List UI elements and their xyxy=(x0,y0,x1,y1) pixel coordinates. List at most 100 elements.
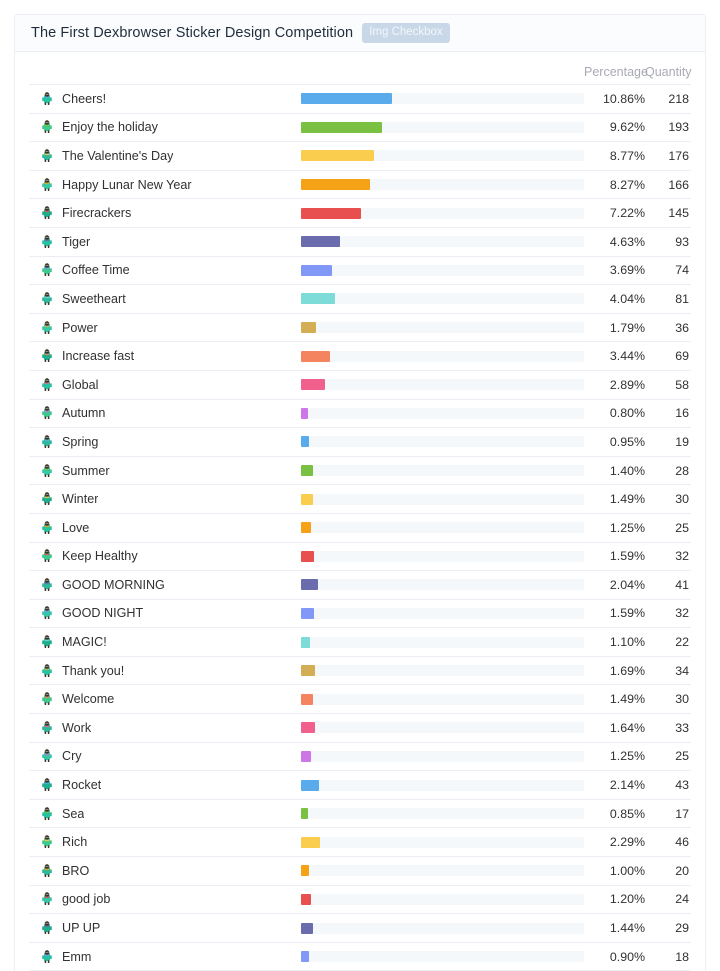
sticker-name: Rich xyxy=(62,835,88,850)
table-row[interactable]: Winter 1.49% 30 xyxy=(29,485,691,514)
quantity-value: 29 xyxy=(675,921,689,936)
row-name-cell: Rich xyxy=(29,834,301,850)
row-name-cell: Spring xyxy=(29,434,301,450)
table-row[interactable]: Keep Healthy 1.59% 32 xyxy=(29,543,691,572)
quantity-value: 24 xyxy=(675,892,689,907)
row-name-cell: Welcome xyxy=(29,691,301,707)
row-name-cell: UP UP xyxy=(29,920,301,936)
progress-fill xyxy=(301,750,312,762)
table-row[interactable]: Thank you! 1.69% 34 xyxy=(29,657,691,686)
progress-fill xyxy=(301,179,371,191)
row-name-cell: good job xyxy=(29,891,301,907)
quantity-value: 25 xyxy=(675,520,689,535)
row-name-cell: Sea xyxy=(29,806,301,822)
table-row[interactable]: Welcome 1.49% 30 xyxy=(29,685,691,715)
sticker-spring-icon xyxy=(39,434,55,450)
row-bar-cell xyxy=(301,350,584,362)
sticker-autumn-icon xyxy=(39,405,55,421)
progress-fill xyxy=(301,922,314,934)
sticker-name: Spring xyxy=(62,434,99,449)
quantity-value: 74 xyxy=(675,263,689,278)
percentage-value: 1.25% xyxy=(609,749,645,764)
table-row[interactable]: Sweetheart 4.04% 81 xyxy=(29,285,691,314)
row-name-cell: Enjoy the holiday xyxy=(29,119,301,135)
table-row[interactable]: Global 2.89% 58 xyxy=(29,371,691,400)
table-row[interactable]: Love 1.25% 25 xyxy=(29,514,691,543)
row-bar-cell xyxy=(301,722,584,734)
table-row[interactable]: Spring 0.95% 19 xyxy=(29,428,691,457)
progress-fill xyxy=(301,722,315,734)
sticker-magic-icon xyxy=(39,634,55,650)
progress-track xyxy=(301,379,584,391)
table-row[interactable]: Rich 2.29% 46 xyxy=(29,828,691,858)
table-row[interactable]: MAGIC! 1.10% 22 xyxy=(29,628,691,657)
percentage-value: 8.27% xyxy=(609,177,645,192)
progress-fill xyxy=(301,121,382,133)
table-row[interactable]: good job 1.20% 24 xyxy=(29,886,691,915)
row-name-cell: Happy Lunar New Year xyxy=(29,177,301,193)
table-row[interactable]: GOOD NIGHT 1.59% 32 xyxy=(29,600,691,629)
table-row[interactable]: Summer 1.40% 28 xyxy=(29,457,691,486)
table-row[interactable]: Increase fast 3.44% 69 xyxy=(29,342,691,371)
table-row[interactable]: Enjoy the holiday 9.62% 193 xyxy=(29,114,691,143)
table-row[interactable]: Emm 0.90% 18 xyxy=(29,943,691,971)
table-row[interactable]: Firecrackers 7.22% 145 xyxy=(29,199,691,228)
table-row[interactable]: Tiger 4.63% 93 xyxy=(29,228,691,257)
percentage-value: 2.29% xyxy=(609,835,645,850)
sticker-name: Happy Lunar New Year xyxy=(62,177,192,192)
sticker-welcome-icon xyxy=(39,691,55,707)
img-checkbox-badge[interactable]: Img Checkbox xyxy=(362,22,450,44)
sticker-cheers-icon xyxy=(39,91,55,107)
sticker-power-icon xyxy=(39,320,55,336)
row-name-cell: Work xyxy=(29,720,301,736)
table-row[interactable]: Happy Lunar New Year 8.27% 166 xyxy=(29,171,691,200)
page-root: The First Dexbrowser Sticker Design Comp… xyxy=(0,0,720,971)
table-row[interactable]: Rocket 2.14% 43 xyxy=(29,771,691,800)
progress-fill xyxy=(301,465,313,477)
row-bar-cell xyxy=(301,636,584,648)
table-row[interactable]: GOOD MORNING 2.04% 41 xyxy=(29,571,691,600)
sticker-name: UP UP xyxy=(62,921,101,936)
quantity-value: 218 xyxy=(668,91,689,106)
table-row[interactable]: Coffee Time 3.69% 74 xyxy=(29,257,691,286)
percentage-value: 0.95% xyxy=(609,434,645,449)
percentage-value: 1.49% xyxy=(609,492,645,507)
quantity-value: 17 xyxy=(675,806,689,821)
table-row[interactable]: Cry 1.25% 25 xyxy=(29,743,691,772)
sticker-name: Emm xyxy=(62,949,92,964)
quantity-value: 69 xyxy=(675,349,689,364)
percentage-value: 2.14% xyxy=(609,778,645,793)
sticker-name: Global xyxy=(62,377,99,392)
row-bar-cell xyxy=(301,493,584,505)
quantity-value: 30 xyxy=(675,492,689,507)
sticker-name: Winter xyxy=(62,492,99,507)
table-row[interactable]: UP UP 1.44% 29 xyxy=(29,914,691,943)
table-row[interactable]: Autumn 0.80% 16 xyxy=(29,400,691,429)
table-row[interactable]: Cheers! 10.86% 218 xyxy=(29,85,691,114)
progress-fill xyxy=(301,636,311,648)
progress-fill xyxy=(301,779,319,791)
row-name-cell: Thank you! xyxy=(29,663,301,679)
progress-track xyxy=(301,779,584,791)
quantity-value: 16 xyxy=(675,406,689,421)
table-row[interactable]: BRO 1.00% 20 xyxy=(29,857,691,886)
table-row[interactable]: The Valentine's Day 8.77% 176 xyxy=(29,142,691,171)
sticker-name: Enjoy the holiday xyxy=(62,120,158,135)
progress-fill xyxy=(301,836,321,848)
progress-track xyxy=(301,722,584,734)
table-row[interactable]: Work 1.64% 33 xyxy=(29,714,691,743)
row-name-cell: Sweetheart xyxy=(29,291,301,307)
quantity-value: 34 xyxy=(675,663,689,678)
row-name-cell: GOOD MORNING xyxy=(29,577,301,593)
row-bar-cell xyxy=(301,293,584,305)
sticker-summer-icon xyxy=(39,463,55,479)
row-bar-cell xyxy=(301,93,584,105)
percentage-value: 7.22% xyxy=(609,206,645,221)
quantity-value: 32 xyxy=(675,606,689,621)
percentage-value: 1.10% xyxy=(609,635,645,650)
table-row[interactable]: Power 1.79% 36 xyxy=(29,314,691,343)
row-name-cell: Emm xyxy=(29,949,301,965)
quantity-value: 36 xyxy=(675,320,689,335)
table-row[interactable]: Sea 0.85% 17 xyxy=(29,800,691,829)
row-bar-cell xyxy=(301,951,584,963)
